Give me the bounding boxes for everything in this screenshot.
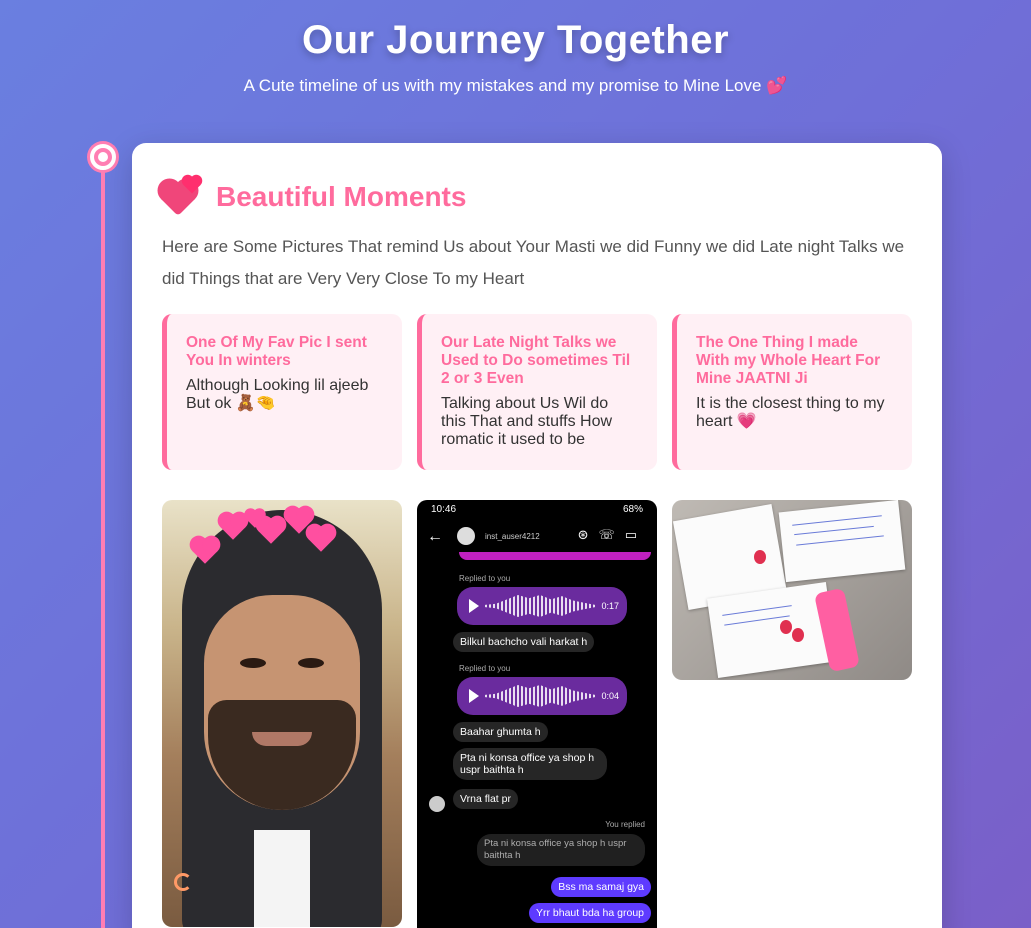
note-card: Our Late Night Talks we Used to Do somet… xyxy=(417,314,657,470)
voice-duration: 0:04 xyxy=(601,691,619,701)
note-text: It is the closest thing to my heart 💗 xyxy=(696,395,885,430)
call-icons: ⊛☏▭ xyxy=(577,527,647,542)
play-icon xyxy=(469,599,479,613)
chat-message: Yrr bhaut bda ha group xyxy=(529,903,651,923)
voice-message[interactable]: 0:17 xyxy=(457,587,627,625)
two-hearts-icon xyxy=(161,176,202,217)
chat-message: Vrna flat pr xyxy=(453,789,518,809)
status-battery: 68% xyxy=(622,504,643,515)
voice-message[interactable]: 0:04 xyxy=(457,677,627,715)
chat-username: inst_auser4212 xyxy=(485,532,540,541)
status-time: 10:46 xyxy=(431,504,457,515)
avatar xyxy=(457,527,475,545)
photos-row: 10:46 68% ← inst_auser4212 ⊛☏▭ Replied t… xyxy=(162,500,912,928)
timeline-dot xyxy=(90,144,116,170)
moments-card: Beautiful Moments Here are Some Pictures… xyxy=(132,143,942,928)
winter-selfie-photo[interactable] xyxy=(162,500,402,927)
you-replied-label: You replied xyxy=(605,820,645,829)
back-arrow-icon: ← xyxy=(427,528,443,545)
note-card: The One Thing I made With my Whole Heart… xyxy=(672,314,912,470)
note-card: One Of My Fav Pic I sent You In winters … xyxy=(162,314,402,470)
page-subtitle: A Cute timeline of us with my mistakes a… xyxy=(243,76,788,95)
note-title: One Of My Fav Pic I sent You In winters xyxy=(186,334,367,369)
reply-quote: Pta ni konsa office ya shop h uspr baith… xyxy=(477,834,645,866)
note-text: Although Looking lil ajeeb But ok 🧸🤏 xyxy=(186,377,369,412)
avatar xyxy=(429,796,445,812)
chat-message: Baahar ghumta h xyxy=(453,722,548,742)
swirl-icon xyxy=(174,873,192,891)
voice-duration: 0:17 xyxy=(601,601,619,611)
chat-message: Pta ni konsa office ya shop h uspr baith… xyxy=(453,748,607,780)
card-header: Beautiful Moments xyxy=(161,176,467,217)
handmade-letters-photo[interactable] xyxy=(672,500,912,680)
card-title: Beautiful Moments xyxy=(216,181,467,212)
play-icon xyxy=(469,689,479,703)
chat-message: Bss ma samaj gya xyxy=(551,877,651,897)
timeline-line xyxy=(101,164,105,928)
notes-row: One Of My Fav Pic I sent You In winters … xyxy=(162,314,912,470)
card-description: Here are Some Pictures That remind Us ab… xyxy=(162,237,905,288)
note-title: Our Late Night Talks we Used to Do somet… xyxy=(441,334,631,387)
chat-message: Bilkul bachcho vali harkat h xyxy=(453,632,595,652)
page-title: Our Journey Together xyxy=(301,18,730,62)
note-text: Talking about Us Wil do this That and st… xyxy=(441,395,613,448)
replied-label: Replied to you xyxy=(459,664,511,673)
chat-header: ← inst_auser4212 ⊛☏▭ xyxy=(417,522,657,552)
replied-label: Replied to you xyxy=(459,574,511,583)
note-title: The One Thing I made With my Whole Heart… xyxy=(696,334,881,387)
chat-screenshot-photo[interactable]: 10:46 68% ← inst_auser4212 ⊛☏▭ Replied t… xyxy=(417,500,657,928)
